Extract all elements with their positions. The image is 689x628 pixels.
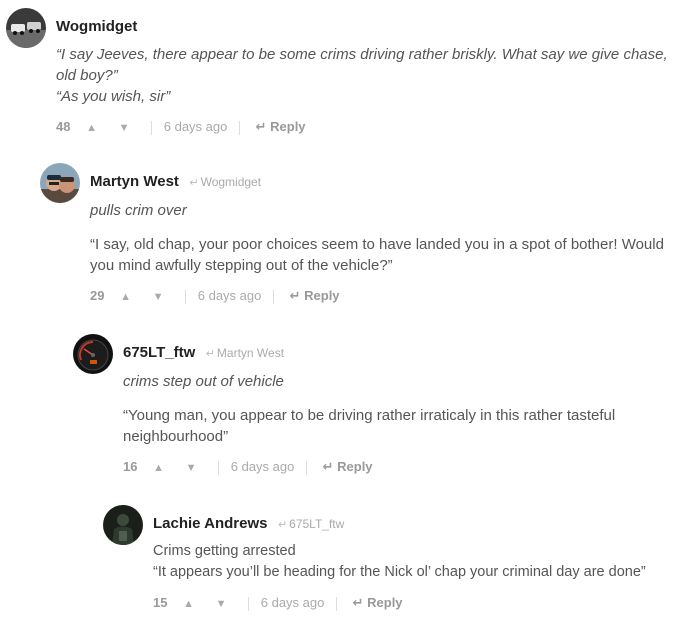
reply-arrow-icon: ↵ (205, 348, 215, 360)
author-name[interactable]: Wogmidget (56, 18, 137, 35)
upvote-icon[interactable]: ▲ (120, 287, 131, 307)
divider (305, 460, 307, 475)
downvote-icon[interactable]: ▼ (119, 118, 130, 138)
comment-body: Crims getting arrested “It appears you’l… (153, 541, 686, 583)
reply-to[interactable]: ↵ Martyn West (206, 346, 284, 360)
downvote-icon[interactable]: ▼ (216, 594, 227, 614)
comment-meta: 16 ▲ ▼ 6 days ago ↵ Reply (123, 457, 686, 477)
reply-arrow-icon: ↵ (289, 288, 301, 303)
comment-action: pulls crim over (90, 202, 187, 219)
divider (238, 120, 240, 135)
author-name[interactable]: Martyn West (90, 173, 179, 190)
author-name[interactable]: Lachie Andrews (153, 515, 267, 532)
timestamp[interactable]: 6 days ago (261, 593, 325, 613)
comment-body: pulls crim over “I say, old chap, your p… (90, 200, 686, 276)
reply-label: Reply (304, 288, 340, 303)
reply-label: Reply (367, 595, 403, 610)
reply-to-name: Wogmidget (200, 175, 262, 189)
comment-line: “I say Jeeves, there appear to be some c… (56, 46, 668, 84)
comment-meta: 48 ▲ ▼ 6 days ago ↵ Reply (56, 117, 686, 137)
divider (272, 289, 274, 304)
vote-score: 15 (153, 595, 168, 610)
divider (248, 596, 250, 611)
divider (218, 460, 220, 475)
reply-label: Reply (270, 119, 306, 134)
reply-to-name: Martyn West (216, 346, 285, 360)
comment-line: Crims getting arrested (153, 543, 296, 559)
upvote-icon[interactable]: ▲ (183, 594, 194, 614)
avatar[interactable] (103, 505, 143, 545)
divider (151, 120, 153, 135)
reply-arrow-icon: ↵ (255, 119, 267, 134)
reply-to[interactable]: ↵ Wogmidget (189, 175, 261, 189)
avatar[interactable] (73, 334, 113, 374)
divider (185, 289, 187, 304)
reply-to-name: 675LT_ftw (289, 517, 345, 531)
vote-score: 16 (123, 459, 138, 474)
reply-button[interactable]: ↵ Reply (353, 593, 403, 613)
comment-quote: “Young man, you appear to be driving rat… (123, 407, 616, 445)
timestamp[interactable]: 6 days ago (231, 457, 295, 477)
reply-arrow-icon: ↵ (277, 519, 288, 531)
reply-to[interactable]: ↵ 675LT_ftw (278, 517, 344, 531)
downvote-icon[interactable]: ▼ (153, 287, 164, 307)
vote-score: 48 (56, 119, 71, 134)
comment-header: 675LT_ftw ↵ Martyn West (123, 342, 686, 364)
comment-line: “As you wish, sir” (56, 88, 171, 105)
comment-line: “It appears you’ll be heading for the Ni… (153, 564, 646, 580)
comment-action: crims step out of vehicle (123, 373, 284, 390)
reply-button[interactable]: ↵ Reply (290, 286, 340, 306)
reply-label: Reply (337, 459, 373, 474)
reply-button[interactable]: ↵ Reply (256, 117, 306, 137)
timestamp[interactable]: 6 days ago (164, 117, 228, 137)
vote-score: 29 (90, 288, 105, 303)
reply-arrow-icon: ↵ (322, 459, 334, 474)
reply-arrow-icon: ↵ (189, 177, 199, 189)
reply-arrow-icon: ↵ (352, 595, 364, 610)
avatar[interactable] (6, 8, 46, 48)
upvote-icon[interactable]: ▲ (86, 118, 97, 138)
upvote-icon[interactable]: ▲ (153, 458, 164, 478)
reply-button[interactable]: ↵ Reply (323, 457, 373, 477)
timestamp[interactable]: 6 days ago (198, 286, 262, 306)
comment-meta: 15 ▲ ▼ 6 days ago ↵ Reply (153, 593, 686, 613)
divider (335, 596, 337, 611)
comment-body: “I say Jeeves, there appear to be some c… (56, 44, 686, 107)
comment-header: Wogmidget (56, 16, 686, 38)
comment-header: Lachie Andrews ↵ 675LT_ftw (153, 513, 686, 535)
comment-body: crims step out of vehicle “Young man, yo… (123, 371, 686, 447)
downvote-icon[interactable]: ▼ (186, 458, 197, 478)
avatar[interactable] (40, 163, 80, 203)
author-name[interactable]: 675LT_ftw (123, 344, 195, 361)
comment-header: Martyn West ↵ Wogmidget (90, 171, 686, 193)
comment-quote: “I say, old chap, your poor choices seem… (90, 236, 664, 274)
comment-meta: 29 ▲ ▼ 6 days ago ↵ Reply (90, 286, 686, 306)
